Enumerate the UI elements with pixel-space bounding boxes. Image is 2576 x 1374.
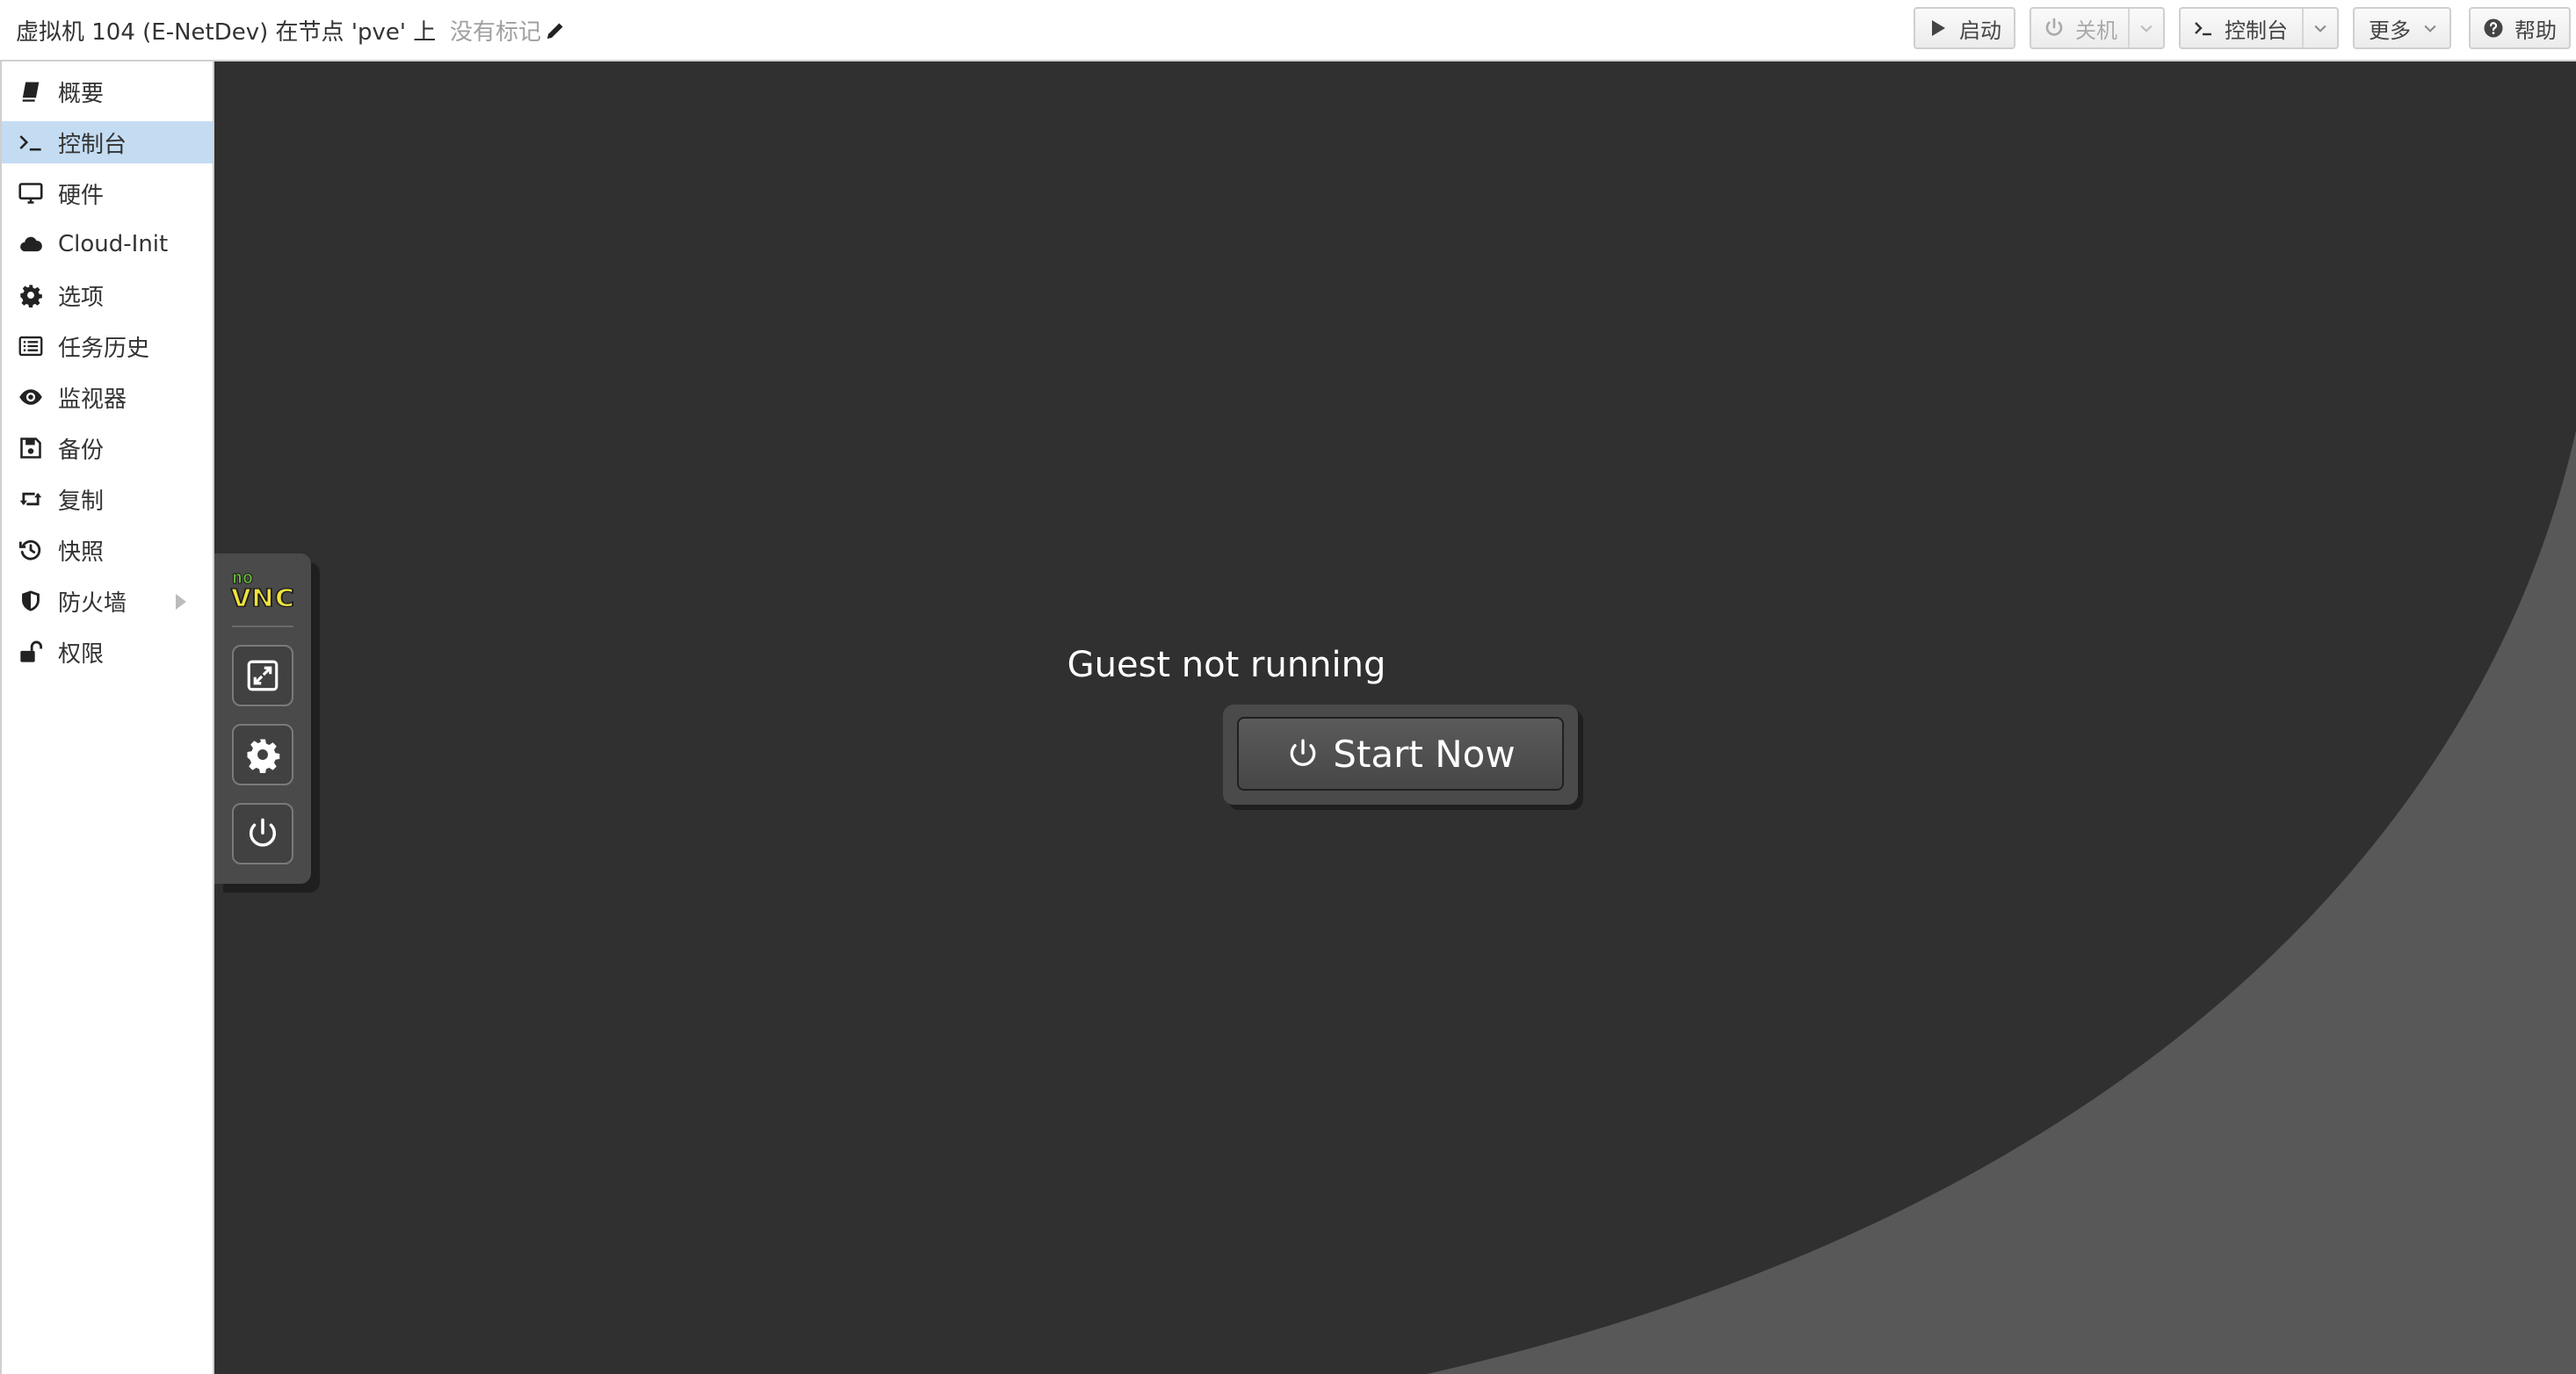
unlock-icon — [20, 640, 43, 662]
console-button-label: 控制台 — [2225, 18, 2288, 43]
sidebar: 概要 控制台 硬件 Cloud-Init 选项 任务历史 监视器 备份 复制 快… — [0, 61, 214, 1374]
novnc-logo: no VNC — [230, 569, 295, 610]
sidebar-item-label: Cloud-Init — [58, 231, 169, 257]
eye-icon — [19, 389, 42, 405]
start-button-label: 启动 — [1959, 18, 2001, 43]
page-title: 虚拟机 104 (E-NetDev) 在节点 'pve' 上 — [16, 19, 437, 46]
sidebar-item-options[interactable]: 选项 — [2, 274, 213, 316]
power-button[interactable] — [232, 803, 293, 864]
sidebar-item-label: 防火墙 — [58, 589, 127, 617]
sidebar-item-permissions[interactable]: 权限 — [2, 631, 213, 673]
question-circle-icon — [2484, 18, 2503, 38]
sidebar-item-label: 硬件 — [58, 182, 105, 209]
sidebar-item-cloud-init[interactable]: Cloud-Init — [2, 223, 213, 265]
novnc-logo-vnc: VNC — [230, 583, 295, 610]
sidebar-item-label: 监视器 — [58, 386, 127, 413]
retweet-icon — [19, 492, 42, 506]
sidebar-item-monitor[interactable]: 监视器 — [2, 376, 213, 418]
chevron-down-icon — [2424, 25, 2436, 33]
floppy-icon — [20, 438, 41, 459]
chevron-down-icon — [2140, 25, 2153, 33]
sidebar-item-snapshots[interactable]: 快照 — [2, 529, 213, 571]
shutdown-button[interactable]: 关机 — [2030, 7, 2165, 49]
start-now-button[interactable]: Start Now — [1237, 717, 1564, 791]
gear-icon — [20, 285, 42, 307]
monitor-icon — [18, 183, 43, 204]
sidebar-item-task-history[interactable]: 任务历史 — [2, 325, 213, 367]
sidebar-item-replication[interactable]: 复制 — [2, 478, 213, 520]
novnc-separator — [232, 626, 293, 627]
sidebar-item-label: 概要 — [58, 80, 105, 107]
sidebar-item-console[interactable]: 控制台 — [2, 121, 213, 163]
chevron-down-icon — [2314, 25, 2326, 33]
sidebar-item-backup[interactable]: 备份 — [2, 427, 213, 469]
sidebar-item-label: 选项 — [58, 284, 105, 311]
sidebar-item-summary[interactable]: 概要 — [2, 70, 213, 112]
power-icon — [2045, 18, 2063, 36]
vnc-console[interactable]: no VNC Guest not running Start Now — [214, 61, 2576, 1374]
header: 虚拟机 104 (E-NetDev) 在节点 'pve' 上 没有标记 启动 关… — [0, 0, 2576, 61]
console-button[interactable]: 控制台 — [2179, 7, 2339, 49]
sidebar-item-label: 快照 — [58, 539, 105, 566]
shutdown-menu-toggle[interactable] — [2128, 9, 2163, 47]
book-icon — [22, 82, 40, 102]
tags-editor[interactable]: 没有标记 — [450, 14, 566, 47]
more-button-label: 更多 — [2369, 18, 2411, 43]
cloud-icon — [20, 236, 42, 252]
history-icon — [18, 539, 41, 560]
gear-icon — [247, 739, 280, 773]
sidebar-item-firewall[interactable]: 防火墙 — [2, 580, 213, 622]
play-icon — [1932, 20, 1945, 36]
power-icon — [250, 818, 276, 847]
list-icon — [18, 336, 43, 357]
fullscreen-button[interactable] — [232, 645, 293, 706]
start-button[interactable]: 启动 — [1914, 7, 2015, 49]
start-now-label: Start Now — [1333, 732, 1516, 776]
sidebar-item-label: 权限 — [58, 640, 105, 668]
sidebar-item-label: 复制 — [58, 488, 105, 515]
more-button[interactable]: 更多 — [2353, 7, 2451, 49]
shield-icon — [22, 590, 40, 611]
start-now-panel: Start Now — [1223, 705, 1578, 805]
shutdown-button-label: 关机 — [2075, 18, 2117, 43]
sidebar-item-hardware[interactable]: 硬件 — [2, 172, 213, 214]
sidebar-item-label: 控制台 — [58, 131, 127, 158]
sidebar-item-label: 备份 — [58, 437, 105, 464]
pencil-icon[interactable] — [545, 20, 566, 41]
power-icon — [1291, 739, 1316, 766]
console-menu-toggle[interactable] — [2302, 9, 2337, 47]
terminal-icon — [19, 135, 41, 151]
terminal-icon — [2195, 22, 2211, 36]
novnc-control-bar: no VNC — [214, 553, 311, 884]
expand-arrow-icon[interactable] — [176, 594, 186, 610]
help-button-label: 帮助 — [2514, 18, 2557, 43]
guest-status-text: Guest not running — [1067, 645, 1386, 685]
tags-placeholder: 没有标记 — [450, 19, 542, 46]
sidebar-item-label: 任务历史 — [58, 335, 150, 362]
help-button[interactable]: 帮助 — [2469, 7, 2571, 49]
settings-button[interactable] — [232, 724, 293, 785]
fullscreen-icon — [247, 660, 279, 691]
